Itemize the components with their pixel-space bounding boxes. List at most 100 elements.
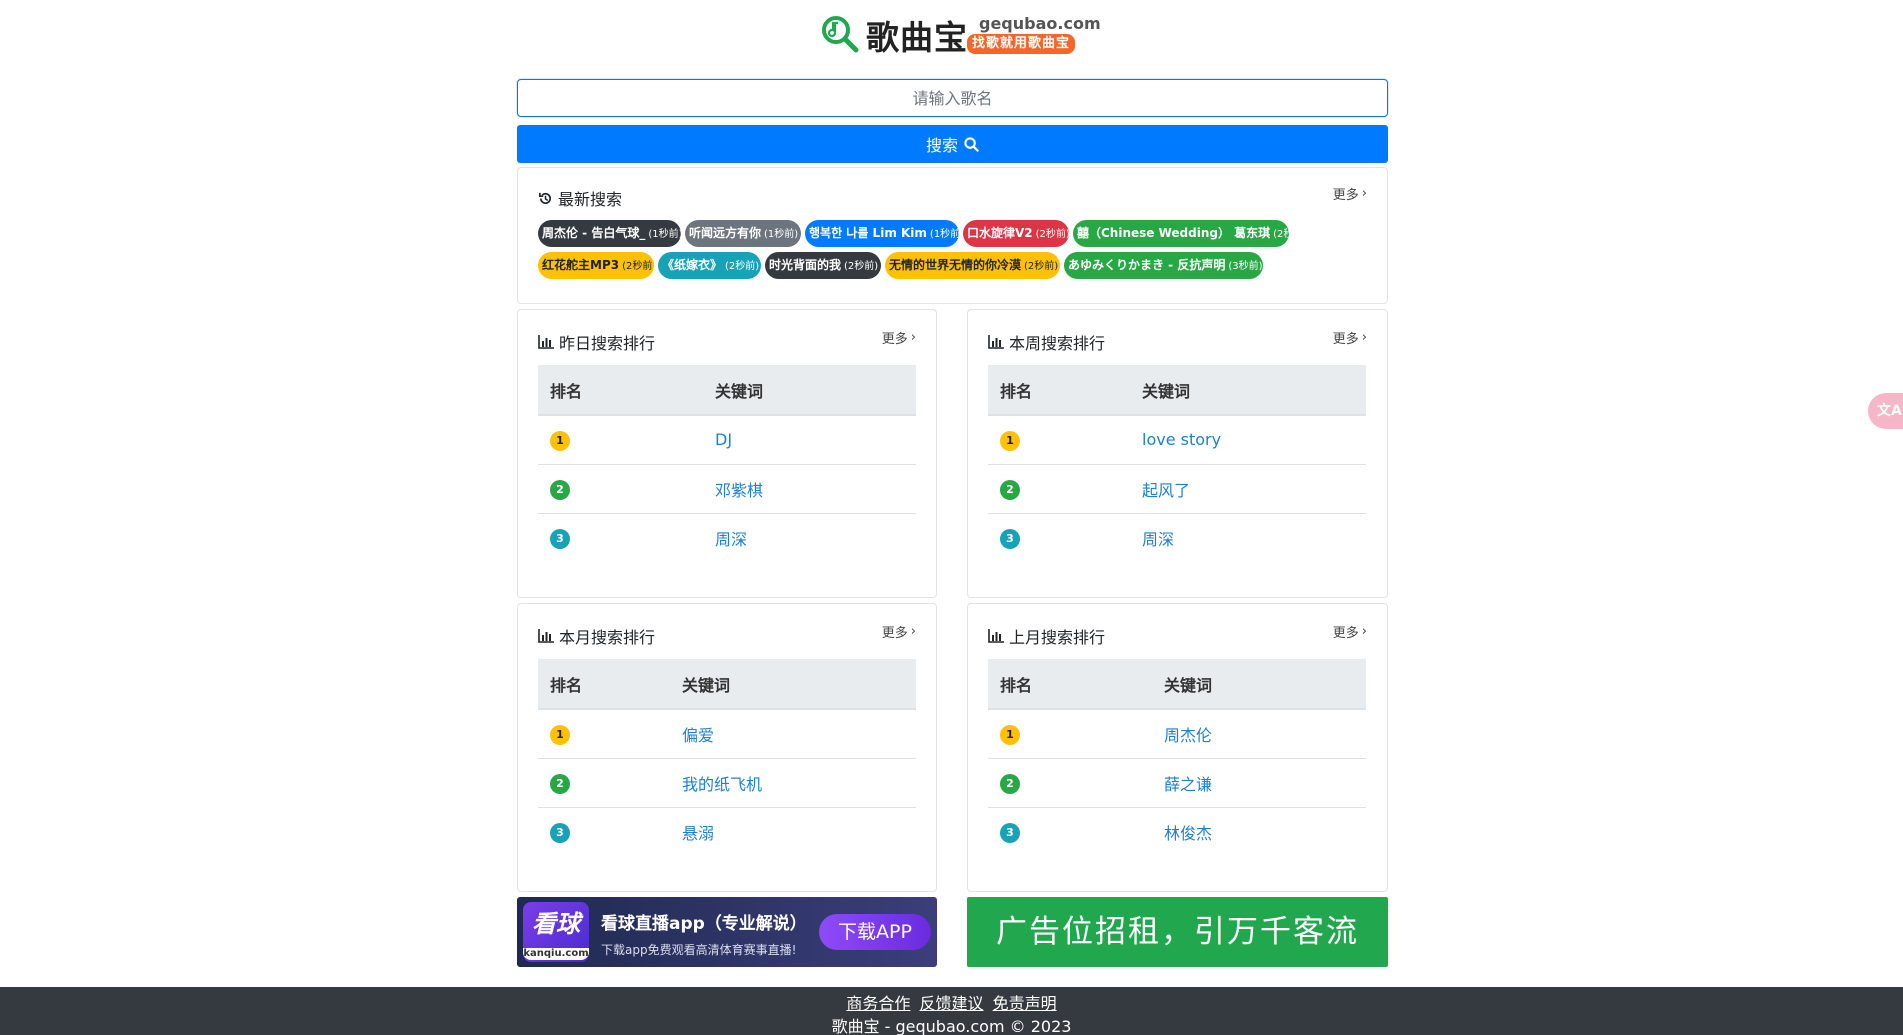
last-month-ranking-heading: 上月搜索排行 [988,624,1105,648]
col-keyword-header: 关键词 [1152,659,1366,710]
site-domain: gequbao.com [979,14,1101,33]
month-ranking-card: 本月搜索排行 更多 › 排名 关键词 1 偏爱 2 我的纸飞机 3 悬溺 [517,603,937,892]
table-row: 3 悬溺 [538,807,916,856]
feedback-link[interactable]: 反馈建议 [919,994,983,1013]
kanqiu-ad-banner[interactable]: 看球 kanqiu.com 看球直播app（专业解说） 下载app免费观看高清体… [517,897,937,967]
more-label: 更多 [881,332,908,347]
col-rank-header: 排名 [988,365,1130,416]
recent-tag[interactable]: 无情的世界无情的你冷漠 (2秒前) [885,252,1060,279]
recent-searches-card: 最新搜索 更多 › 周杰伦 - 告白气球_ (1秒前) 听闻远方有你 (1秒前) 행… [517,167,1388,304]
keyword-link[interactable]: 我的纸飞机 [682,775,762,794]
recent-more-link[interactable]: 更多 › [1333,184,1367,203]
chevron-right-icon: › [1361,330,1367,345]
bar-chart-icon [538,629,554,643]
recent-tag[interactable]: 행복한 나를 Lim Kim(1秒前) [805,220,959,247]
keyword-link[interactable]: DJ [715,430,732,449]
ad-title: 看球直播app（专业解说） [601,914,807,934]
chevron-right-icon: › [910,330,916,345]
bar-chart-icon [988,629,1004,643]
week-more-link[interactable]: 更多 › [1333,328,1367,347]
col-keyword-header: 关键词 [670,659,916,710]
keyword-link[interactable]: love story [1142,430,1221,449]
more-label: 更多 [1332,332,1359,347]
month-ranking-table: 排名 关键词 1 偏爱 2 我的纸飞机 3 悬溺 [538,659,916,856]
keyword-link[interactable]: 悬溺 [682,824,714,843]
translate-icon[interactable]: 文A [1868,393,1903,429]
disclaimer-link[interactable]: 免责声明 [993,994,1057,1013]
keyword-link[interactable]: 周深 [1142,530,1174,549]
recent-searches-heading: 最新搜索 [538,186,622,210]
chevron-right-icon: › [910,624,916,639]
recent-tag[interactable]: 口水旋律V2 (2秒前) [963,220,1069,247]
rank-badge: 2 [550,773,570,794]
history-icon [539,192,551,204]
month-more-link[interactable]: 更多 › [882,622,916,641]
kanqiu-logo-text: 看球 [532,910,580,938]
table-row: 2 邓紫棋 [538,464,916,514]
last-month-more-link[interactable]: 更多 › [1333,622,1367,641]
month-ranking-title: 本月搜索排行 [559,628,656,647]
table-row: 1 周杰伦 [988,709,1366,759]
table-row: 2 薛之谦 [988,758,1366,808]
recent-tag[interactable]: 听闻远方有你 (1秒前) [685,220,801,247]
download-app-button[interactable]: 下载APP [819,914,931,950]
table-row: 3 周深 [538,513,916,562]
rank-badge: 2 [1000,773,1020,794]
rank-badge: 3 [550,528,570,549]
recent-tag[interactable]: 时光背面的我 (2秒前) [765,252,881,279]
rank-badge: 3 [1000,822,1020,843]
chevron-right-icon: › [1361,624,1367,639]
table-row: 1 偏爱 [538,709,916,759]
more-label: 更多 [881,626,908,641]
col-rank-header: 排名 [538,659,670,710]
keyword-link[interactable]: 偏爱 [682,726,714,745]
last-month-ranking-card: 上月搜索排行 更多 › 排名 关键词 1 周杰伦 2 薛之谦 3 林俊杰 [967,603,1388,892]
more-label: 更多 [1332,626,1359,641]
keyword-link[interactable]: 薛之谦 [1164,775,1212,794]
recent-tag[interactable]: 红花舵主MP3 (2秒前) [538,252,654,279]
col-rank-header: 排名 [538,365,703,416]
week-ranking-table: 排名 关键词 1 love story 2 起风了 3 周深 [988,365,1366,562]
month-ranking-heading: 本月搜索排行 [538,624,655,648]
bar-chart-icon [988,335,1004,349]
rank-badge: 3 [1000,528,1020,549]
keyword-link[interactable]: 起风了 [1142,481,1190,500]
table-row: 1 love story [988,415,1366,465]
bar-chart-icon [538,335,554,349]
yesterday-ranking-table: 排名 关键词 1 DJ 2 邓紫棋 3 周深 [538,365,916,562]
col-keyword-header: 关键词 [1130,365,1366,416]
keyword-link[interactable]: 邓紫棋 [715,481,763,500]
recent-searches-title: 最新搜索 [558,190,623,209]
table-row: 3 周深 [988,513,1366,562]
rank-badge: 1 [550,724,570,745]
recent-tag[interactable]: 《纸嫁衣》 (2秒前) [658,252,761,279]
rank-badge: 1 [1000,724,1020,745]
week-ranking-card: 本周搜索排行 更多 › 排名 关键词 1 love story 2 起风了 3 周深 [967,309,1388,598]
table-row: 3 林俊杰 [988,807,1366,856]
site-logo[interactable]: 歌曲宝 gequbao.com 找歌就用歌曲宝 [820,12,1101,60]
search-button-label: 搜索 [925,138,958,155]
keyword-link[interactable]: 周深 [715,530,747,549]
site-slogan: 找歌就用歌曲宝 [967,34,1076,54]
ad-space-banner[interactable]: 广告位招租，引万千客流 [967,897,1388,967]
col-keyword-header: 关键词 [703,365,916,416]
keyword-link[interactable]: 林俊杰 [1164,824,1212,843]
table-row: 2 起风了 [988,464,1366,514]
recent-tag[interactable]: 囍（Chinese Wedding） 葛东琪(2秒前) [1073,220,1289,247]
recent-tag[interactable]: あゆみくりかまき - 反抗声明 (3秒前) [1064,252,1263,279]
search-input[interactable] [517,79,1388,117]
search-icon [964,136,979,152]
business-link[interactable]: 商务合作 [846,994,910,1013]
search-button[interactable]: 搜索 [517,125,1388,163]
table-row: 2 我的纸飞机 [538,758,916,808]
yesterday-ranking-heading: 昨日搜索排行 [538,330,655,354]
footer: 商务合作 反馈建议 免责声明 歌曲宝 - gequbao.com © 2023 [0,987,1903,1035]
week-ranking-heading: 本周搜索排行 [988,330,1105,354]
week-ranking-title: 本周搜索排行 [1009,334,1106,353]
rank-badge: 1 [550,430,570,451]
music-search-icon [822,16,859,53]
keyword-link[interactable]: 周杰伦 [1164,726,1212,745]
yesterday-more-link[interactable]: 更多 › [882,328,916,347]
chevron-right-icon: › [1361,186,1367,201]
recent-tag[interactable]: 周杰伦 - 告白气球_ (1秒前) [538,220,681,247]
